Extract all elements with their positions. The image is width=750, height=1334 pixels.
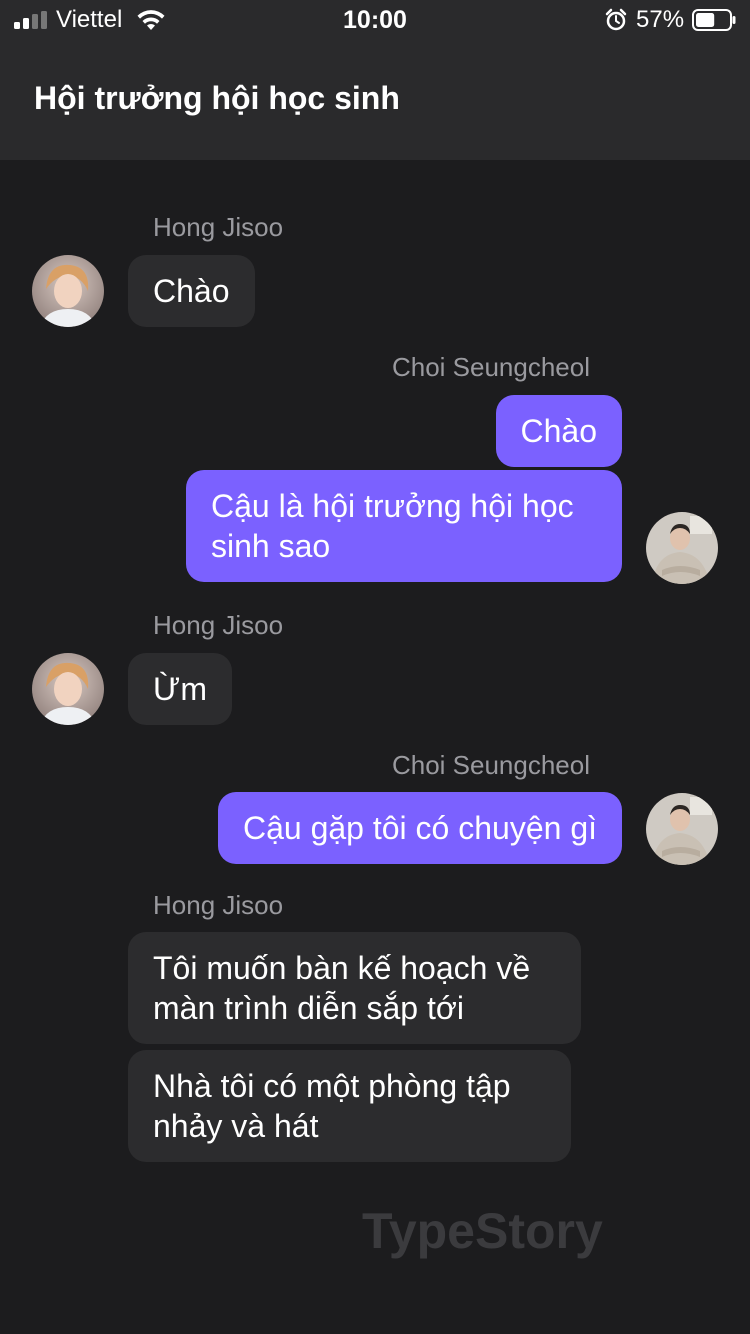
- avatar-choi-seungcheol[interactable]: [646, 793, 718, 865]
- profile-photo-icon: [32, 255, 104, 327]
- message-bubble-incoming[interactable]: Ừm: [128, 653, 232, 725]
- chat-header: Hội trưởng hội học sinh: [0, 40, 750, 160]
- profile-photo-icon: [32, 653, 104, 725]
- message-bubble-incoming[interactable]: Tôi muốn bàn kế hoạch về màn trình diễn …: [128, 932, 581, 1044]
- sender-name: Hong Jisoo: [153, 212, 284, 242]
- message-bubble-incoming[interactable]: Nhà tôi có một phòng tập nhảy và hát: [128, 1050, 571, 1162]
- message-list[interactable]: Hong Jisoo Chào Choi Seungcheol Chào Cậu…: [0, 160, 750, 1334]
- battery-percent: 57%: [636, 6, 685, 33]
- battery-icon: [692, 9, 736, 31]
- chat-title: Hội trưởng hội học sinh: [34, 80, 400, 116]
- avatar-choi-seungcheol[interactable]: [646, 512, 718, 584]
- alarm-icon: [605, 8, 627, 31]
- sender-name: Choi Seungcheol: [391, 352, 590, 382]
- profile-photo-icon: [646, 793, 718, 865]
- status-bar: Viettel 10:00 57%: [0, 0, 750, 40]
- avatar-hong-jisoo[interactable]: [32, 255, 104, 327]
- sender-name: Hong Jisoo: [153, 890, 284, 920]
- profile-photo-icon: [646, 512, 718, 584]
- avatar-hong-jisoo[interactable]: [32, 653, 104, 725]
- message-bubble-outgoing[interactable]: Cậu gặp tôi có chuyện gì: [217, 792, 622, 864]
- watermark-logo: TypeStory: [362, 1203, 603, 1259]
- message-bubble-outgoing[interactable]: Chào: [495, 395, 622, 467]
- sender-name: Hong Jisoo: [153, 610, 284, 640]
- message-bubble-outgoing[interactable]: Cậu là hội trưởng hội học sinh sao: [186, 470, 622, 582]
- message-bubble-incoming[interactable]: Chào: [128, 255, 255, 327]
- sender-name: Choi Seungcheol: [391, 750, 590, 780]
